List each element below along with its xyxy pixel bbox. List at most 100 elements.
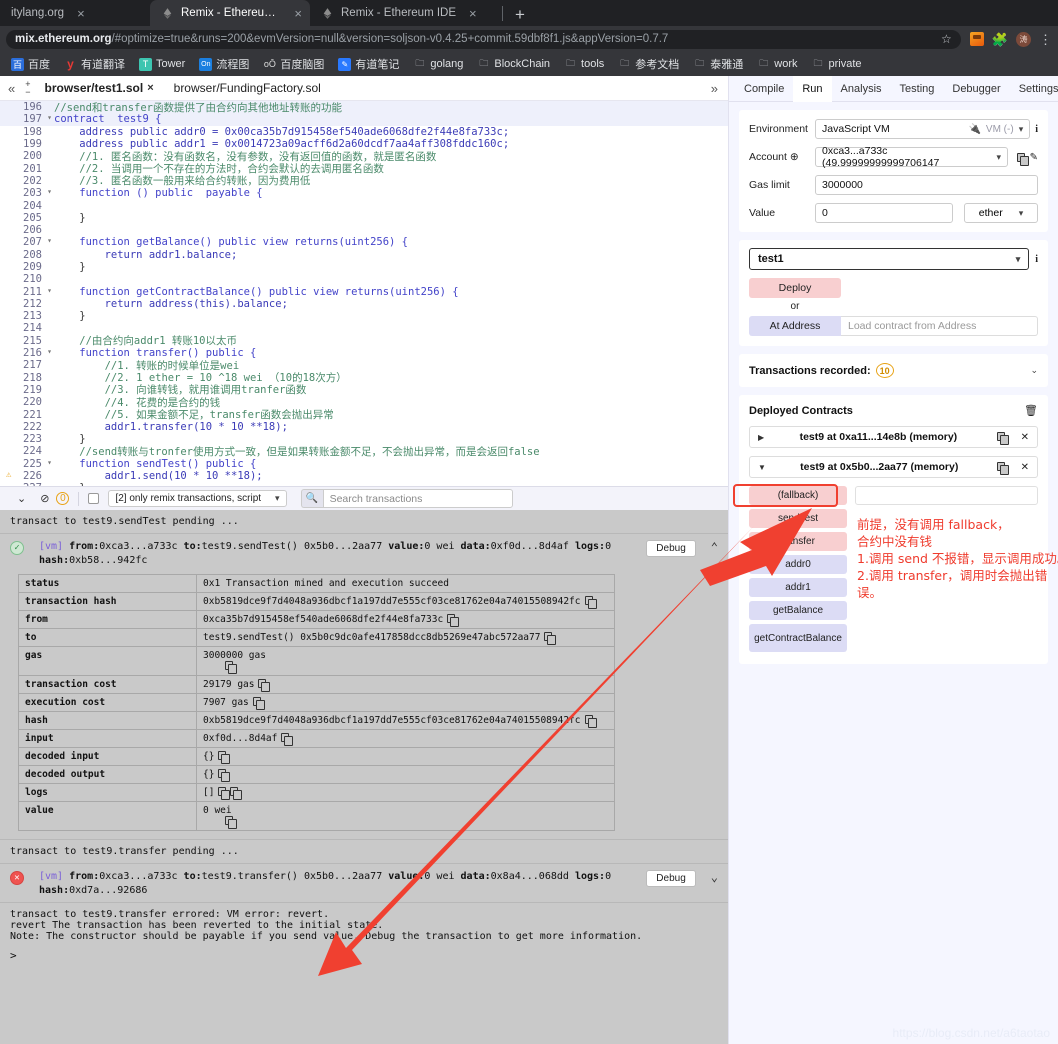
copy-icon[interactable] (584, 596, 597, 609)
deployed-contract-row[interactable]: ▼ test9 at 0x5b0...2aa77 (memory) ✕ (749, 456, 1038, 478)
copy-icon[interactable] (252, 697, 265, 710)
bookmark-item[interactable]: y 有道翻译 (57, 56, 132, 72)
browser-tab-3[interactable]: Remix - Ethereum IDE × (310, 0, 500, 26)
fold-icon[interactable]: ▾ (47, 347, 52, 356)
fallback-input[interactable] (855, 486, 1038, 505)
fold-icon[interactable]: ▾ (47, 286, 52, 295)
tab-run[interactable]: Run (793, 75, 832, 102)
bookmark-item[interactable]: ✎ 有道笔记 (331, 56, 406, 72)
chevron-down-icon[interactable]: ▼ (750, 463, 774, 472)
browser-tab-1[interactable]: itylang.org × (0, 0, 150, 26)
copy-icon[interactable] (584, 715, 597, 728)
fold-icon[interactable]: ▾ (47, 113, 52, 122)
bookmark-item[interactable]: 🗀 private (805, 58, 869, 71)
bookmark-star-icon[interactable]: ☆ (933, 32, 952, 46)
info-icon[interactable]: i (1035, 254, 1038, 265)
copy-icon[interactable] (218, 769, 231, 782)
copy-icon[interactable] (230, 787, 243, 800)
function-button-sendtest[interactable]: sendTest (749, 509, 847, 528)
copy-icon[interactable] (218, 751, 231, 764)
close-icon[interactable]: × (77, 7, 85, 20)
account-select[interactable]: 0xca3...a733c (49.99999999999706147 ▾ (815, 145, 1008, 169)
bookmark-item[interactable]: On 流程图 (192, 56, 256, 72)
transactions-recorded-card[interactable]: Transactions recorded: 10 ⌄ (739, 354, 1048, 387)
copy-icon[interactable] (225, 661, 237, 674)
transaction-filter-select[interactable]: [2] only remix transactions, script ▾ (108, 490, 287, 507)
bookmark-item[interactable]: 🗀 golang (406, 58, 470, 71)
chevron-up-icon[interactable]: ⌃ (703, 540, 718, 554)
close-icon[interactable]: ✕ (1013, 462, 1037, 473)
close-icon[interactable]: × (294, 7, 302, 20)
browser-tab-2[interactable]: Remix - Ethereum IDE × (150, 0, 310, 26)
bookmark-item[interactable]: 🗀 泰雅通 (686, 56, 750, 72)
function-button-fallback[interactable]: (fallback) (749, 486, 847, 505)
tab-analysis[interactable]: Analysis (832, 76, 891, 102)
copy-icon[interactable] (281, 733, 294, 746)
debug-button[interactable]: Debug (646, 870, 696, 887)
bookmark-item[interactable]: 🗀 BlockChain (470, 58, 557, 71)
gas-limit-input[interactable]: 3000000 (815, 175, 1038, 195)
tab-compile[interactable]: Compile (735, 76, 793, 102)
function-button-getcontractbalance[interactable]: getContractBalance (749, 624, 847, 652)
function-button-addr1[interactable]: addr1 (749, 578, 847, 597)
copy-icon[interactable] (258, 679, 271, 692)
bookmark-item[interactable]: 🗀 work (750, 58, 804, 71)
trash-icon[interactable]: 🗑 (1024, 404, 1038, 417)
chevron-down-icon[interactable]: ⌄ (1030, 365, 1038, 376)
bookmark-item[interactable]: 百百度 (4, 56, 57, 72)
function-button-getbalance[interactable]: getBalance (749, 601, 847, 620)
bookmark-item[interactable]: 🗀 tools (557, 58, 611, 71)
chevron-right-icon[interactable]: ▶ (750, 433, 772, 442)
code-editor[interactable]: 196//send和transfer函数提供了由合约向其他地址转账的功能 197 ▾… (0, 101, 728, 486)
fold-icon[interactable]: ▾ (47, 458, 52, 467)
transaction-block-2[interactable]: ✕ [vm] from:0xca3...a733c to:test9.trans… (0, 864, 728, 903)
close-icon[interactable]: ✕ (1013, 432, 1037, 443)
listen-network-checkbox[interactable] (88, 493, 100, 504)
fold-icon[interactable]: ▾ (47, 187, 52, 196)
tab-settings[interactable]: Settings (1010, 76, 1058, 102)
extensions-puzzle-icon[interactable]: 🧩 (992, 33, 1008, 46)
copy-icon[interactable] (544, 632, 557, 645)
copy-icon[interactable] (985, 431, 1013, 445)
bookmark-item[interactable]: T Tower (132, 57, 192, 71)
copy-icon[interactable] (225, 816, 237, 829)
search-transactions[interactable]: 🔍 (300, 489, 513, 508)
tab-debugger[interactable]: Debugger (943, 76, 1009, 102)
at-address-button[interactable]: At Address (749, 316, 841, 336)
add-account-icon[interactable]: ⊕ (790, 151, 799, 163)
close-icon[interactable]: × (147, 82, 153, 94)
metamask-icon[interactable] (969, 32, 984, 46)
file-tab-fundingfactory[interactable]: browser/FundingFactory.sol (164, 81, 331, 95)
collapse-panel-icon[interactable]: « (0, 81, 21, 96)
function-button-transfer[interactable]: transfer (749, 532, 847, 551)
terminal-output[interactable]: remix transact to test9.sendTest pending… (0, 510, 728, 1044)
deployed-contract-row[interactable]: ▶ test9 at 0xa11...14e8b (memory) ✕ (749, 426, 1038, 448)
debug-button[interactable]: Debug (646, 540, 696, 557)
address-bar[interactable]: mix.ethereum.org/#optimize=true&runs=200… (6, 29, 961, 49)
value-input[interactable]: 0 (815, 203, 953, 223)
transaction-block-1[interactable]: ✓ [vm] from:0xca3...a733c to:test9.sendT… (0, 534, 728, 840)
copy-icon[interactable] (218, 787, 231, 800)
tab-testing[interactable]: Testing (891, 76, 944, 102)
expand-panel-icon[interactable]: » (711, 81, 718, 96)
sign-message-icon[interactable]: ✎ (1030, 152, 1038, 163)
font-decrease-icon[interactable]: − (25, 88, 30, 97)
function-button-addr0[interactable]: addr0 (749, 555, 847, 574)
avatar[interactable]: 涛 (1016, 31, 1031, 47)
fold-icon[interactable]: ▾ (47, 236, 52, 245)
copy-icon[interactable] (1016, 152, 1029, 166)
info-icon[interactable]: i (1035, 124, 1038, 135)
browser-menu-icon[interactable]: ⋮ (1039, 33, 1052, 46)
chevron-down-icon[interactable]: ⌄ (703, 870, 718, 884)
copy-icon[interactable] (985, 461, 1013, 475)
font-size-controls[interactable]: + − (21, 80, 34, 97)
at-address-input[interactable]: Load contract from Address (841, 316, 1038, 336)
deploy-button[interactable]: Deploy (749, 278, 841, 298)
bookmark-item[interactable]: oŌ 百度脑图 (256, 56, 331, 72)
clear-console-icon[interactable]: ⊘ (33, 492, 56, 505)
new-tab-button[interactable]: + (505, 6, 535, 26)
terminal-prompt[interactable]: > (0, 944, 728, 967)
copy-icon[interactable] (447, 614, 460, 627)
contract-select[interactable]: test1 ▾ (749, 248, 1030, 270)
file-tab-test1[interactable]: browser/test1.sol × (35, 81, 164, 95)
